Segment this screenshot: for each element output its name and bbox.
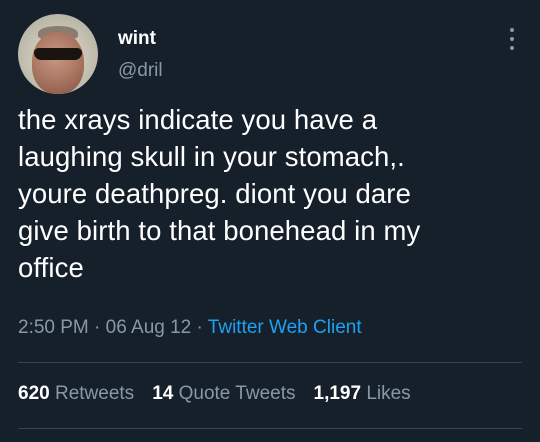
tweet-time[interactable]: 2:50 PM [18, 317, 89, 338]
quote-tweets-count: 14 [152, 383, 174, 404]
meta-separator: · [94, 317, 101, 338]
tweet-card: wint @dril the xrays indicate you have a… [0, 0, 540, 442]
tweet-date[interactable]: 06 Aug 12 [106, 317, 192, 338]
author-display-name[interactable]: wint [118, 28, 156, 50]
author-handle[interactable]: @dril [118, 60, 163, 82]
avatar[interactable] [18, 14, 98, 94]
quote-tweets-label: Quote Tweets [178, 383, 296, 404]
likes-stat[interactable]: 1,197 Likes [314, 383, 411, 405]
more-dot [510, 46, 514, 50]
retweets-stat[interactable]: 620 Retweets [18, 383, 134, 405]
divider [18, 362, 522, 363]
more-dot [510, 28, 514, 32]
tweet-text: the xrays indicate you have a laughing s… [18, 104, 421, 283]
more-dot [510, 37, 514, 41]
meta-separator: · [196, 317, 203, 338]
avatar-face [32, 32, 84, 94]
tweet-stats: 620 Retweets 14 Quote Tweets 1,197 Likes [18, 383, 411, 405]
avatar-sunglasses [34, 48, 82, 60]
retweets-count: 620 [18, 383, 50, 404]
tweet-source-link[interactable]: Twitter Web Client [208, 317, 362, 338]
tweet-meta: 2:50 PM · 06 Aug 12 · Twitter Web Client [18, 317, 362, 339]
more-options-icon[interactable] [502, 26, 522, 52]
likes-count: 1,197 [313, 383, 362, 404]
divider [18, 428, 522, 429]
retweets-label: Retweets [54, 383, 135, 404]
quote-tweets-stat[interactable]: 14 Quote Tweets [152, 383, 295, 405]
likes-label: Likes [366, 383, 411, 404]
